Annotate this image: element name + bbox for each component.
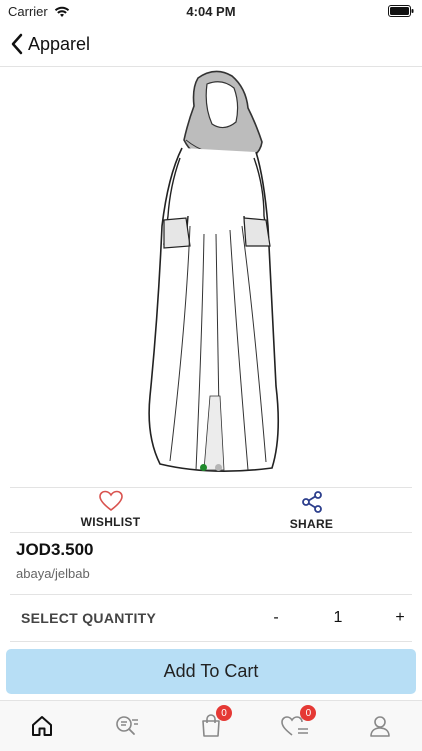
product-price: JOD3.500 bbox=[16, 540, 94, 559]
product-image[interactable] bbox=[10, 66, 412, 486]
quantity-decrease-button[interactable]: - bbox=[264, 609, 288, 627]
tab-profile[interactable] bbox=[338, 701, 422, 751]
pagination-dot-active[interactable] bbox=[200, 464, 207, 471]
add-to-cart-button[interactable]: Add To Cart bbox=[6, 649, 416, 694]
share-button[interactable]: SHARE bbox=[211, 488, 412, 532]
quantity-increase-button[interactable]: + bbox=[388, 609, 412, 627]
search-list-icon bbox=[115, 716, 138, 735]
status-time: 4:04 PM bbox=[186, 4, 236, 19]
quantity-value: 1 bbox=[333, 609, 343, 626]
back-button[interactable]: Apparel bbox=[10, 33, 90, 55]
home-icon bbox=[32, 716, 53, 736]
quantity-label: SELECT QUANTITY bbox=[21, 610, 157, 626]
product-category: abaya/jelbab bbox=[16, 566, 90, 581]
tab-search[interactable] bbox=[84, 701, 168, 751]
battery-icon bbox=[388, 5, 414, 20]
share-label: SHARE bbox=[289, 517, 334, 531]
wishlist-button[interactable]: WISHLIST bbox=[10, 488, 211, 532]
heart-icon bbox=[98, 490, 123, 512]
share-icon bbox=[301, 491, 322, 513]
quantity-selector: SELECT QUANTITY - 1 + bbox=[10, 594, 412, 642]
tab-cart[interactable]: 0 bbox=[169, 701, 253, 751]
image-pagination[interactable] bbox=[0, 464, 422, 471]
abaya-illustration bbox=[148, 70, 280, 473]
wishlist-badge: 0 bbox=[300, 705, 317, 721]
chevron-left-icon bbox=[11, 33, 23, 55]
tab-home[interactable] bbox=[0, 701, 84, 751]
tab-bar: 0 0 bbox=[0, 700, 422, 751]
tab-wishlist[interactable]: 0 bbox=[253, 701, 337, 751]
pagination-dot[interactable] bbox=[215, 464, 222, 471]
product-actions: WISHLIST SHARE bbox=[10, 487, 412, 533]
user-icon bbox=[370, 716, 390, 737]
cart-badge: 0 bbox=[216, 705, 233, 721]
navigation-bar: Apparel bbox=[0, 22, 422, 67]
page-title: Apparel bbox=[28, 33, 91, 54]
wishlist-label: WISHLIST bbox=[80, 515, 141, 529]
status-bar: Carrier 4:04 PM bbox=[0, 0, 422, 22]
